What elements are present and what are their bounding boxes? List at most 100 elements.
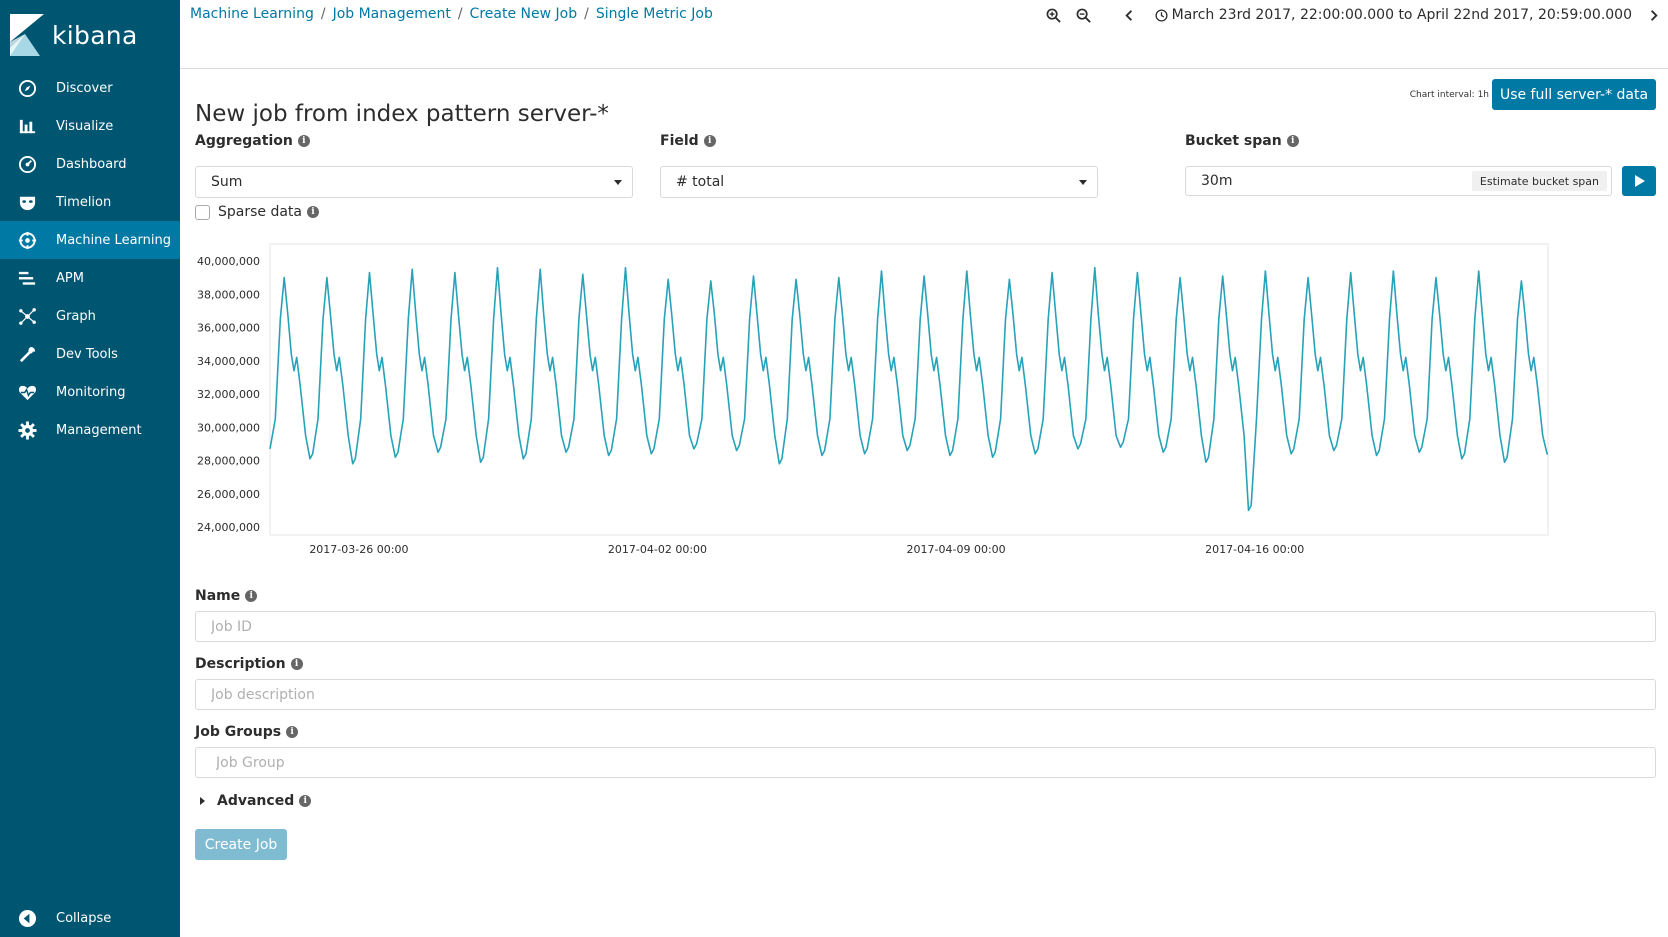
field-label: Field i	[660, 133, 716, 149]
y-tick-label: 32,000,000	[197, 388, 260, 401]
sidebar-item-label: Machine Learning	[56, 232, 171, 248]
sidebar-item-label: Dashboard	[56, 156, 127, 172]
breadcrumb-job-management[interactable]: Job Management	[333, 6, 451, 22]
sidebar-item-label: APM	[56, 270, 84, 286]
estimate-bucket-span-button[interactable]: Estimate bucket span	[1471, 171, 1607, 191]
x-tick-label: 2017-03-26 00:00	[309, 543, 408, 556]
info-icon[interactable]: i	[307, 206, 319, 218]
field-label-text: Field	[660, 133, 699, 149]
info-icon[interactable]: i	[245, 590, 258, 602]
zoom-out-icon	[1076, 8, 1091, 23]
sparse-data-option: Sparse data i	[195, 204, 319, 220]
info-icon[interactable]: i	[297, 135, 310, 147]
x-tick-label: 2017-04-02 00:00	[608, 543, 707, 556]
sidebar-item-machine-learning[interactable]: Machine Learning	[0, 221, 180, 259]
sidebar-item-label: Graph	[56, 308, 96, 324]
field-value: # total	[676, 174, 725, 190]
gear-icon	[17, 420, 37, 440]
wrench-icon	[17, 344, 37, 364]
machine-learning-icon	[17, 230, 37, 250]
time-range-picker[interactable]: March 23rd 2017, 22:00:00.000 to April 2…	[1155, 7, 1632, 23]
zoom-in-button[interactable]	[1039, 4, 1069, 26]
zoom-in-icon	[1046, 8, 1061, 23]
use-full-data-button[interactable]: Use full server-* data	[1492, 79, 1656, 110]
run-button[interactable]	[1622, 166, 1656, 196]
play-icon	[1635, 175, 1645, 187]
kibana-logo-text: kibana	[52, 20, 138, 50]
sidebar-item-dev-tools[interactable]: Dev Tools	[0, 335, 180, 373]
sidebar-item-visualize[interactable]: Visualize	[0, 107, 180, 145]
sidebar-item-dashboard[interactable]: Dashboard	[0, 145, 180, 183]
x-tick-label: 2017-04-09 00:00	[907, 543, 1006, 556]
collapse-label: Collapse	[56, 910, 112, 926]
breadcrumb-create-new-job[interactable]: Create New Job	[470, 6, 578, 22]
kibana-logo[interactable]: kibana	[10, 14, 138, 56]
single-metric-chart[interactable]: 24,000,000 26,000,000 28,000,000 30,000,000…	[180, 242, 1668, 562]
bucket-span-field: Estimate bucket span	[1185, 166, 1612, 196]
y-tick-label: 34,000,000	[197, 355, 260, 368]
sidebar-item-label: Visualize	[56, 118, 114, 134]
top-bar: Machine Learning / Job Management / Crea…	[180, 0, 1668, 69]
breadcrumb-single-metric-job[interactable]: Single Metric Job	[596, 6, 713, 22]
page-title: New job from index pattern server-*	[195, 101, 609, 127]
y-tick-label: 28,000,000	[197, 455, 260, 468]
y-tick-label: 30,000,000	[197, 421, 260, 434]
breadcrumb-separator: /	[584, 6, 589, 22]
description-label: Description i	[195, 656, 303, 672]
info-icon[interactable]: i	[299, 795, 312, 807]
bucket-span-label: Bucket span i	[1185, 133, 1299, 149]
info-icon[interactable]: i	[286, 726, 299, 738]
sparse-data-checkbox[interactable]	[195, 204, 210, 220]
aggregation-select[interactable]: Sum	[195, 166, 633, 198]
field-select[interactable]: # total	[660, 166, 1098, 198]
advanced-toggle[interactable]: Advanced i	[200, 793, 312, 809]
apm-icon	[17, 268, 37, 288]
sidebar-item-apm[interactable]: APM	[0, 259, 180, 297]
info-icon[interactable]: i	[290, 658, 303, 670]
y-tick-label: 26,000,000	[197, 488, 260, 501]
dashboard-icon	[17, 154, 37, 174]
timelion-mask-icon	[17, 192, 37, 212]
job-groups-input[interactable]	[195, 747, 1656, 778]
sidebar-item-timelion[interactable]: Timelion	[0, 183, 180, 221]
collapse-arrow-icon	[17, 908, 37, 928]
job-groups-label-text: Job Groups	[195, 724, 282, 740]
breadcrumb: Machine Learning / Job Management / Crea…	[190, 6, 713, 22]
y-tick-label: 38,000,000	[197, 288, 260, 301]
chevron-left-icon	[1125, 9, 1133, 21]
sparse-data-label: Sparse data	[218, 204, 302, 220]
graph-icon	[17, 306, 37, 326]
aggregation-label: Aggregation i	[195, 133, 310, 149]
breadcrumb-machine-learning[interactable]: Machine Learning	[190, 6, 314, 22]
aggregation-value: Sum	[211, 174, 243, 190]
caret-down-icon	[614, 180, 622, 185]
breadcrumb-separator: /	[457, 6, 463, 22]
create-job-button[interactable]: Create Job	[195, 829, 287, 860]
clock-icon	[1155, 8, 1168, 22]
time-back-button[interactable]	[1115, 4, 1145, 26]
job-id-input[interactable]	[195, 611, 1656, 642]
time-range-text: March 23rd 2017, 22:00:00.000 to April 2…	[1171, 7, 1632, 23]
sidebar-item-discover[interactable]: Discover	[0, 69, 180, 107]
zoom-out-button[interactable]	[1069, 4, 1099, 26]
job-description-input[interactable]	[195, 679, 1656, 710]
bucket-span-label-text: Bucket span	[1185, 133, 1282, 149]
info-icon[interactable]: i	[1286, 135, 1299, 147]
name-label: Name i	[195, 588, 258, 604]
chart-interval-text: Chart interval: 1h	[1409, 90, 1489, 100]
sidebar-item-management[interactable]: Management	[0, 411, 180, 449]
aggregation-label-text: Aggregation	[195, 133, 293, 149]
bucket-span-input[interactable]	[1186, 168, 1466, 194]
y-tick-label: 36,000,000	[197, 322, 260, 335]
time-forward-button[interactable]	[1638, 4, 1668, 26]
info-icon[interactable]: i	[703, 135, 716, 147]
sidebar: kibana Discover Visualize Dashboard Time…	[0, 0, 180, 937]
bar-chart-icon	[17, 116, 37, 136]
sidebar-collapse-button[interactable]: Collapse	[0, 899, 180, 937]
y-tick-label: 24,000,000	[197, 521, 260, 534]
breadcrumb-separator: /	[320, 6, 326, 22]
sidebar-item-graph[interactable]: Graph	[0, 297, 180, 335]
sidebar-item-monitoring[interactable]: Monitoring	[0, 373, 180, 411]
sidebar-item-label: Monitoring	[56, 384, 126, 400]
name-label-text: Name	[195, 588, 241, 604]
